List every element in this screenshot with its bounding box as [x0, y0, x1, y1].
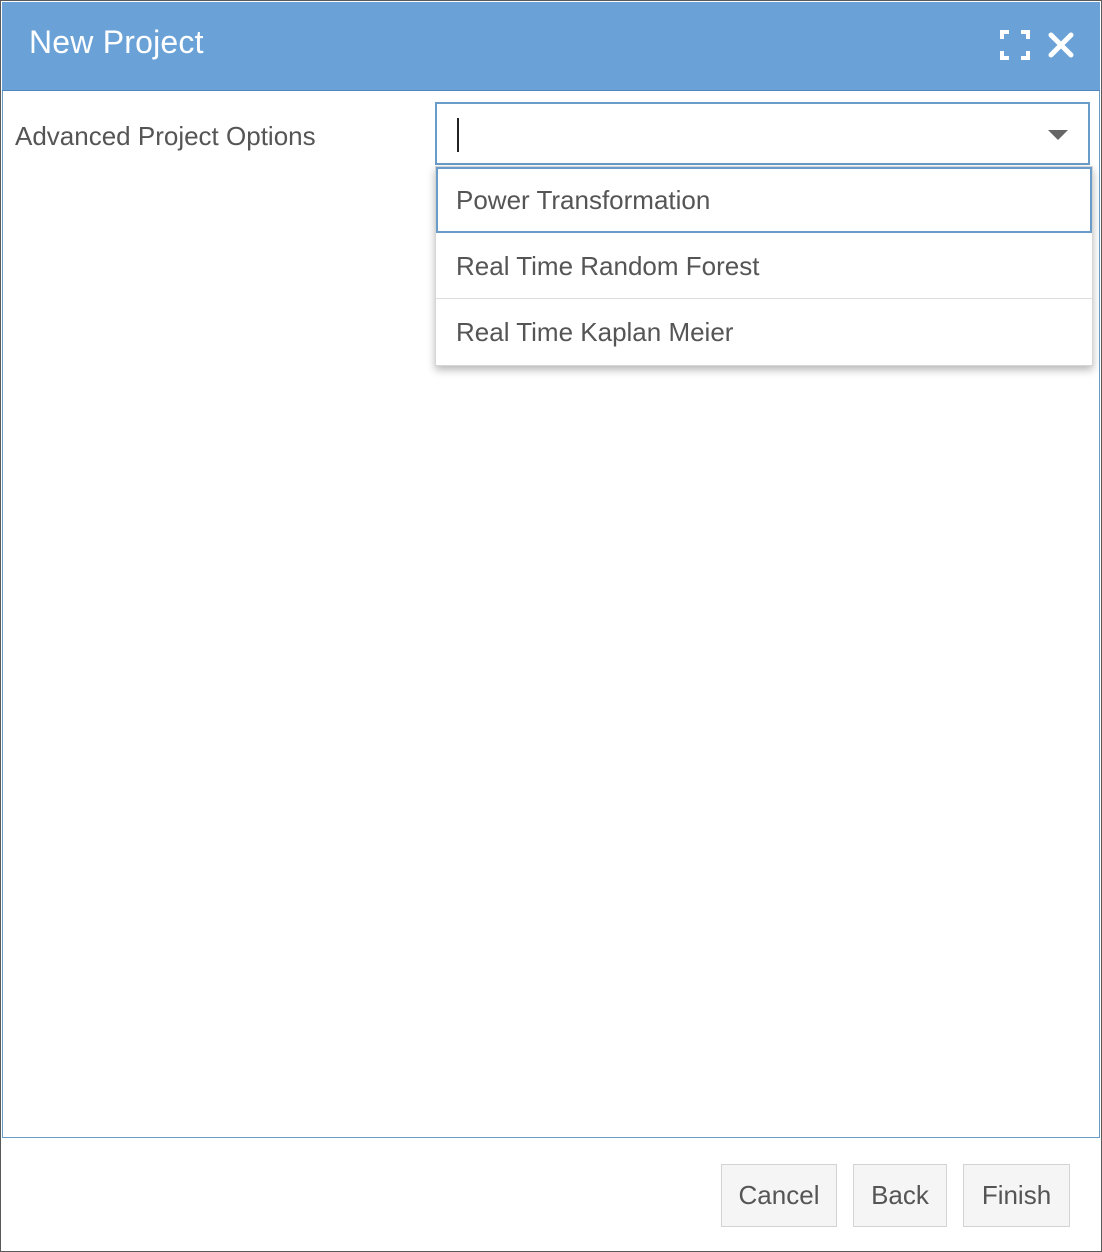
chevron-down-icon[interactable] — [1048, 130, 1068, 140]
option-real-time-random-forest[interactable]: Real Time Random Forest — [436, 233, 1092, 299]
cancel-button[interactable]: Cancel — [721, 1164, 837, 1227]
advanced-options-label: Advanced Project Options — [15, 121, 316, 151]
text-cursor — [457, 118, 459, 152]
dialog-titlebar: New Project — [2, 2, 1100, 91]
option-power-transformation[interactable]: Power Transformation — [436, 167, 1092, 233]
dialog-footer: Cancel Back Finish — [2, 1138, 1100, 1250]
finish-button[interactable]: Finish — [963, 1164, 1070, 1227]
dialog-body: Advanced Project Options Power Transform… — [2, 91, 1100, 1138]
option-real-time-kaplan-meier[interactable]: Real Time Kaplan Meier — [436, 299, 1092, 365]
back-button[interactable]: Back — [853, 1164, 947, 1227]
maximize-icon — [1000, 30, 1030, 60]
maximize-button[interactable] — [998, 28, 1032, 62]
advanced-options-input[interactable] — [455, 112, 1019, 156]
advanced-options-dropdown: Power Transformation Real Time Random Fo… — [435, 166, 1093, 366]
advanced-options-combobox[interactable] — [435, 102, 1090, 165]
new-project-dialog: New Project Advanced Project Options Pow… — [0, 0, 1102, 1252]
close-button[interactable] — [1044, 28, 1078, 62]
dialog-title: New Project — [29, 24, 204, 60]
close-icon — [1048, 32, 1074, 58]
